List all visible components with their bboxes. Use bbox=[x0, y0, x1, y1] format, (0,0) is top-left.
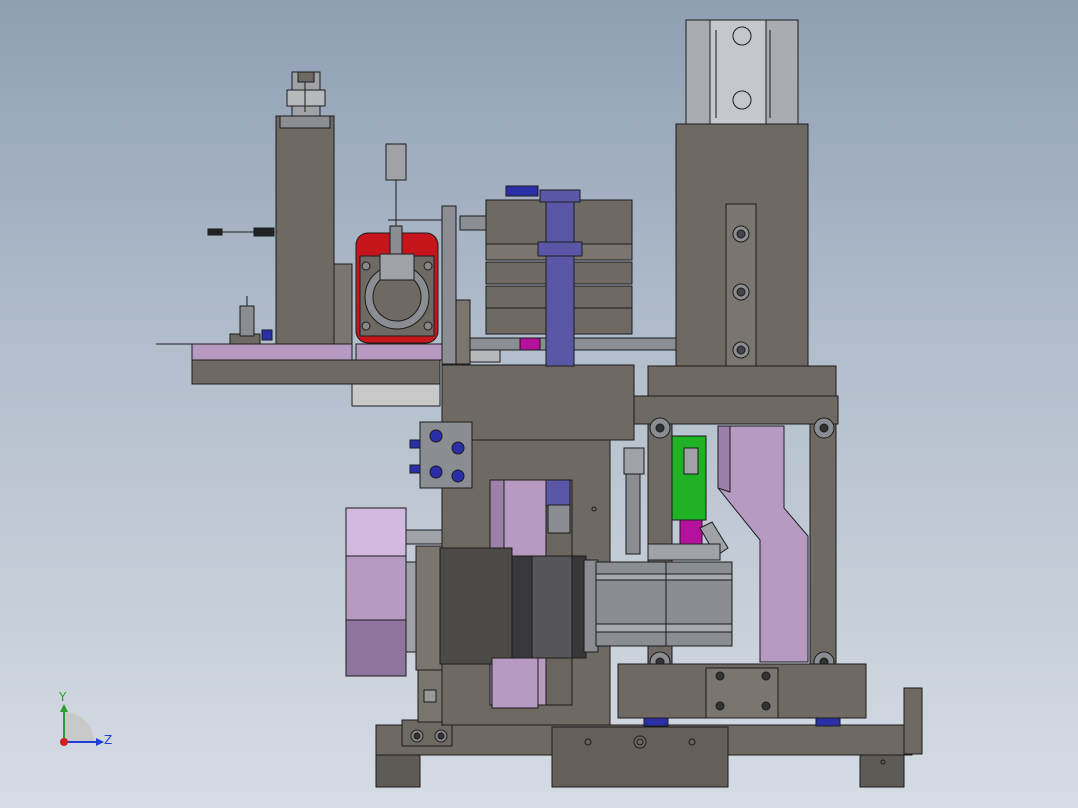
cad-viewport[interactable]: Y Z bbox=[0, 0, 1078, 808]
coordinate-triad bbox=[60, 704, 104, 746]
valve-block bbox=[409, 421, 473, 489]
z-axis-label: Z bbox=[104, 733, 112, 747]
sensor-assembly bbox=[623, 435, 729, 561]
top-stack bbox=[469, 185, 679, 367]
left-upright bbox=[207, 71, 353, 345]
right-tower bbox=[633, 123, 839, 425]
y-axis-label: Y bbox=[58, 690, 67, 704]
red-motor bbox=[355, 143, 439, 344]
assembly-drawing: Y Z bbox=[58, 19, 923, 788]
air-cylinder bbox=[685, 19, 799, 125]
